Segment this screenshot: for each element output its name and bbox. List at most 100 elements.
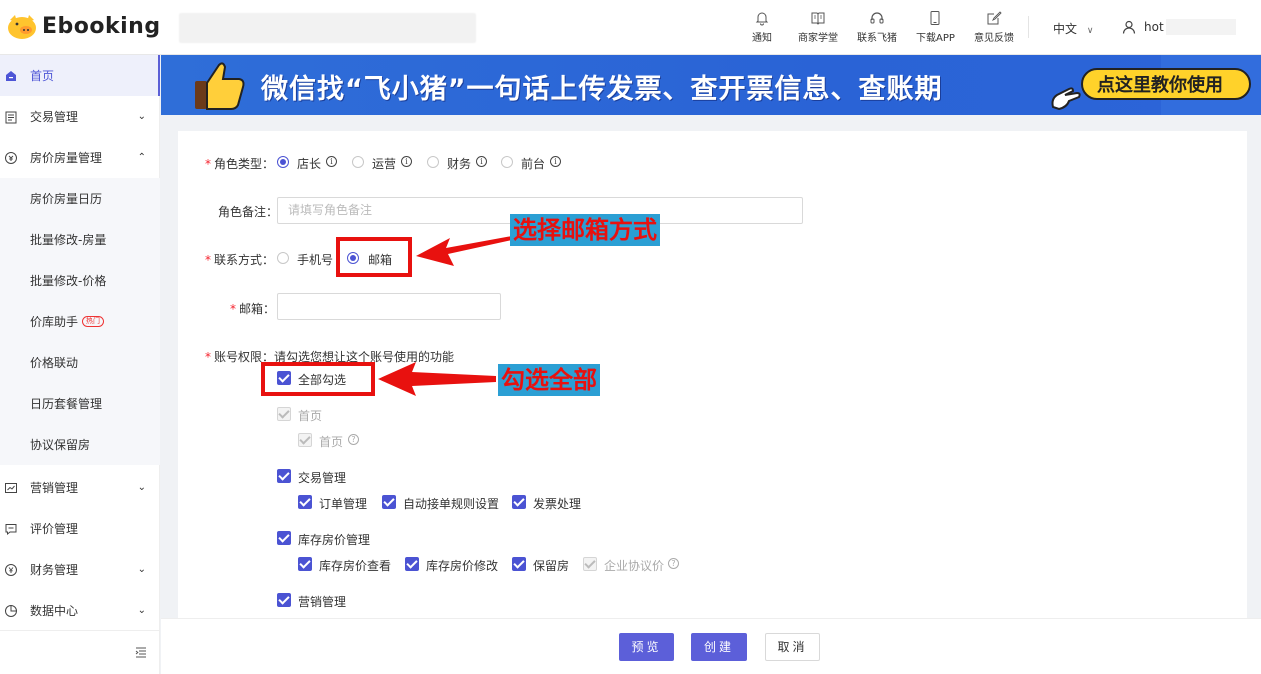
role-option-label: 店长 bbox=[297, 157, 322, 171]
perm-checkbox-stock-view[interactable] bbox=[298, 557, 312, 571]
download-app-button[interactable]: 下载APP bbox=[916, 10, 955, 44]
perm-checkbox-trade-group[interactable] bbox=[277, 469, 291, 483]
user-name-mask bbox=[1165, 19, 1236, 35]
perm-checkbox-corp-price[interactable] bbox=[583, 557, 597, 571]
sidebar-item-trade[interactable]: 交易管理 ⌄ bbox=[0, 96, 160, 137]
logo[interactable]: Ebooking bbox=[6, 12, 161, 40]
help-icon[interactable]: ? bbox=[348, 434, 359, 445]
sidebar-item-home[interactable]: 首页 bbox=[0, 55, 160, 96]
role-note-label: 角色备注： bbox=[218, 205, 279, 219]
marketing-icon bbox=[5, 482, 17, 493]
perm-checkbox-invoice[interactable] bbox=[512, 495, 526, 509]
perm-checkbox-home[interactable] bbox=[298, 433, 312, 447]
perm-item-label: 企业协议价 bbox=[604, 559, 665, 573]
language-select[interactable]: 中文 ∨ bbox=[1053, 20, 1093, 37]
sidebar-item-review[interactable]: 评价管理 bbox=[0, 508, 160, 549]
sidebar-item-label: 首页 bbox=[30, 69, 55, 83]
banner-text: 微信找“飞小猪”一句话上传发票、查开票信息、查账期 bbox=[261, 74, 943, 105]
email-input[interactable] bbox=[277, 293, 501, 320]
perm-checkbox-stock-group[interactable] bbox=[277, 531, 291, 545]
select-all-tip-tag: 勾选全部 bbox=[498, 364, 600, 396]
help-icon[interactable]: ? bbox=[668, 558, 679, 569]
sidebar-item-marketing[interactable]: 营销管理 ⌄ bbox=[0, 467, 160, 508]
perm-checkbox-reserved[interactable] bbox=[512, 557, 526, 571]
thumbs-up-icon bbox=[195, 62, 245, 110]
sidebar-item-price-stock[interactable]: 房价房量管理 ⌃ bbox=[0, 137, 160, 178]
sidebar-subitem-price-link[interactable]: 价格联动 bbox=[0, 342, 160, 383]
perm-item-label: 库存房价修改 bbox=[426, 559, 499, 573]
sidebar-item-label: 交易管理 bbox=[30, 110, 79, 124]
language-label: 中文 bbox=[1053, 22, 1078, 36]
banner-cta-button[interactable]: 点这里教你使用 bbox=[1081, 68, 1251, 100]
contact-fliggy-label: 联系飞猪 bbox=[857, 33, 897, 44]
info-icon[interactable]: i bbox=[476, 156, 487, 167]
comment-icon bbox=[5, 523, 17, 535]
sidebar-subitem-batch-price[interactable]: 批量修改-价格 bbox=[0, 260, 160, 301]
role-radio-manager[interactable] bbox=[277, 156, 289, 168]
cancel-button[interactable]: 取消 bbox=[765, 633, 820, 661]
role-radio-finance[interactable] bbox=[427, 156, 439, 168]
perm-checkbox-order[interactable] bbox=[298, 495, 312, 509]
feedback-button[interactable]: 意见反馈 bbox=[974, 10, 1014, 44]
download-app-label: 下载APP bbox=[916, 33, 955, 44]
perm-checkbox-home-group[interactable] bbox=[277, 407, 291, 421]
perm-group-label: 交易管理 bbox=[298, 471, 347, 485]
feedback-label: 意见反馈 bbox=[974, 33, 1014, 44]
sidebar-item-data-center[interactable]: 数据中心 ⌄ bbox=[0, 590, 160, 631]
merchant-school-button[interactable]: 商家学堂 bbox=[798, 10, 838, 44]
sidebar-subitem-label: 价格联动 bbox=[30, 356, 79, 370]
info-icon[interactable]: i bbox=[550, 156, 561, 167]
perm-checkbox-marketing-group[interactable] bbox=[277, 593, 291, 607]
sidebar-subitem-calendar[interactable]: 房价房量日历 bbox=[0, 178, 160, 219]
perm-checkbox-auto-accept[interactable] bbox=[382, 495, 396, 509]
info-icon[interactable]: i bbox=[401, 156, 412, 167]
role-radio-operation[interactable] bbox=[352, 156, 364, 168]
perm-group-label: 营销管理 bbox=[298, 595, 347, 609]
chevron-down-icon: ⌄ bbox=[137, 482, 146, 493]
red-arrow-icon bbox=[378, 362, 496, 396]
sidebar-subitem-label: 批量修改-价格 bbox=[30, 274, 107, 288]
chevron-down-icon: ⌄ bbox=[137, 605, 146, 616]
chevron-up-icon: ⌃ bbox=[137, 152, 146, 163]
sidebar: 首页 交易管理 ⌄ 房价房量管理 ⌃ 房价房量日历 批量修改-房量 批量修改-价… bbox=[0, 55, 160, 674]
bell-icon bbox=[755, 12, 769, 26]
email-label: * 邮箱： bbox=[230, 302, 276, 316]
promo-banner[interactable]: 微信找“飞小猪”一句话上传发票、查开票信息、查账期 点这里教你使用 bbox=[161, 55, 1261, 115]
contact-method-label-text: 联系方式 bbox=[214, 253, 263, 267]
order-icon bbox=[5, 111, 17, 123]
sidebar-subitem-label: 价库助手 热门 bbox=[30, 313, 105, 330]
banner-cta-label: 点这里教你使用 bbox=[1097, 75, 1223, 96]
sidebar-subitem-price-assistant[interactable]: 价库助手 热门 bbox=[0, 301, 160, 342]
merchant-school-label: 商家学堂 bbox=[798, 33, 838, 44]
chevron-down-icon: ∨ bbox=[1086, 26, 1094, 36]
top-search-input[interactable] bbox=[179, 13, 476, 43]
sidebar-item-label: 营销管理 bbox=[30, 481, 79, 495]
user-menu[interactable]: hot bbox=[1122, 19, 1236, 35]
perm-item-label: 保留房 bbox=[533, 559, 570, 573]
sidebar-subitem-package[interactable]: 日历套餐管理 bbox=[0, 383, 160, 424]
sidebar-item-finance[interactable]: 财务管理 ⌄ bbox=[0, 549, 160, 590]
menu-collapse-icon[interactable] bbox=[134, 645, 148, 659]
preview-button[interactable]: 预览 bbox=[619, 633, 674, 661]
role-option-label: 运营 bbox=[372, 157, 397, 171]
contact-fliggy-button[interactable]: 联系飞猪 bbox=[857, 10, 897, 44]
perm-checkbox-stock-edit[interactable] bbox=[405, 557, 419, 571]
top-bar: Ebooking 通知 商家学堂 联系飞猪 下载APP 意见反馈 中文 ∨ ho… bbox=[0, 0, 1261, 55]
sidebar-subitem-reserved-room[interactable]: 协议保留房 bbox=[0, 424, 160, 465]
sidebar-subitem-label: 协议保留房 bbox=[30, 438, 91, 452]
permission-label-text: 账号权限 bbox=[214, 350, 263, 364]
price-assistant-label: 价库助手 bbox=[30, 315, 79, 329]
sidebar-item-label: 财务管理 bbox=[30, 563, 79, 577]
sidebar-collapse-bar bbox=[0, 630, 160, 674]
sidebar-item-label: 数据中心 bbox=[30, 604, 79, 618]
role-type-label: * 角色类型： bbox=[205, 157, 275, 171]
info-icon[interactable]: i bbox=[326, 156, 337, 167]
sidebar-subitem-batch-stock[interactable]: 批量修改-房量 bbox=[0, 219, 160, 260]
role-radio-frontdesk[interactable] bbox=[501, 156, 513, 168]
create-button[interactable]: 创建 bbox=[691, 633, 747, 661]
sidebar-item-label: 房价房量管理 bbox=[30, 151, 103, 165]
select-all-highlight-box bbox=[261, 362, 375, 396]
contact-radio-phone[interactable] bbox=[277, 252, 289, 264]
notice-button[interactable]: 通知 bbox=[752, 10, 772, 44]
logo-text: Ebooking bbox=[42, 13, 161, 39]
